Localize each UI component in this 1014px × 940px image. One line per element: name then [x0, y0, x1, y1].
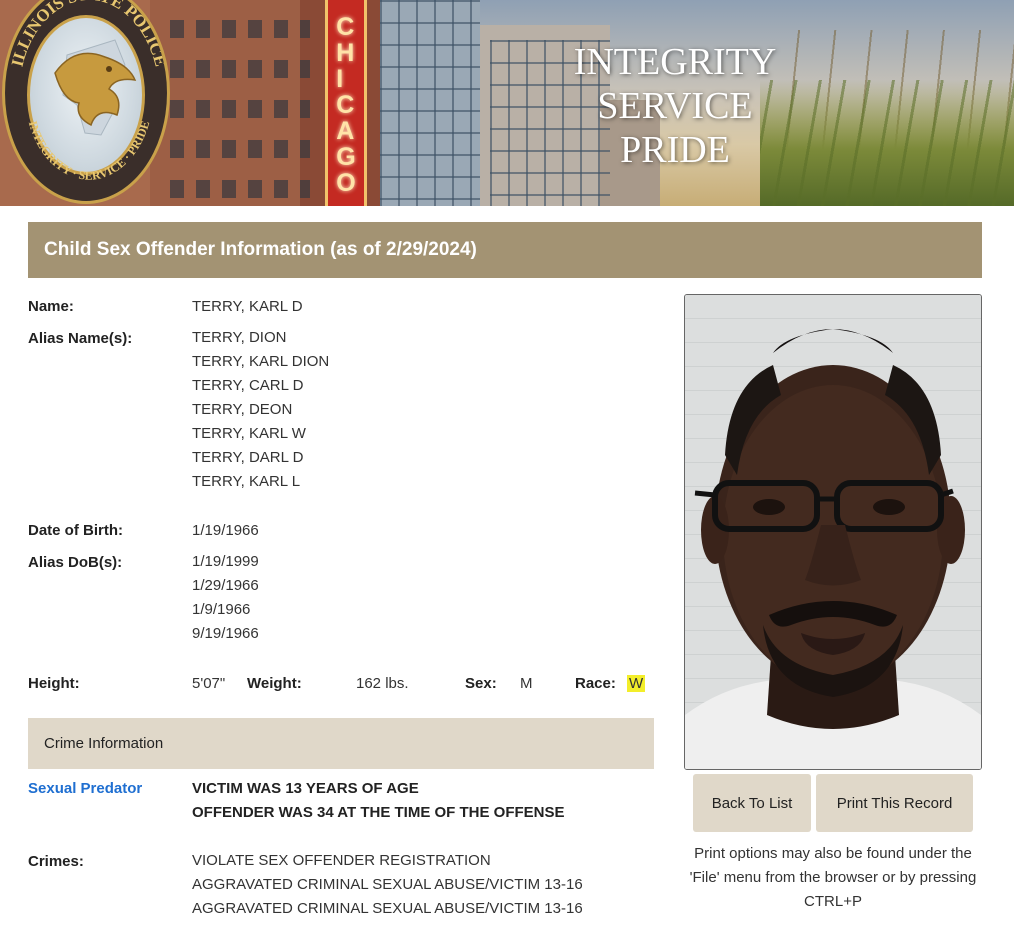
alias-dob: 1/19/1999	[192, 553, 259, 570]
print-record-button[interactable]: Print This Record	[816, 774, 973, 832]
offense-detail: OFFENDER WAS 34 AT THE TIME OF THE OFFEN…	[192, 804, 565, 821]
offense-details: VICTIM WAS 13 YEARS OF AGE OFFENDER WAS …	[192, 777, 565, 825]
chicago-sign-text: CHICAGO	[336, 14, 355, 196]
motto-line: SERVICE	[597, 85, 753, 127]
alias-dob: 9/19/1966	[192, 625, 259, 642]
alias-names-list: TERRY, DION TERRY, KARL DION TERRY, CARL…	[192, 326, 329, 494]
chicago-sign: CHICAGO	[325, 0, 367, 206]
alias-dob-label: Alias DoB(s):	[28, 554, 123, 571]
alias-name: TERRY, KARL L	[192, 473, 301, 490]
race-label: Race:	[575, 675, 616, 692]
crime-item: AGGRAVATED CRIMINAL SEXUAL ABUSE/VICTIM …	[192, 900, 583, 917]
sign-letter: C	[336, 91, 355, 119]
state-police-seal: ILLINOIS STATE POLICE INTEGRITY · SERVIC…	[2, 0, 170, 204]
alias-name: TERRY, KARL DION	[192, 353, 330, 370]
sign-letter: C	[336, 13, 355, 41]
offender-photo-image	[685, 295, 981, 769]
alias-name: TERRY, DION	[192, 329, 287, 346]
page-title-bar: Child Sex Offender Information (as of 2/…	[28, 222, 982, 278]
header-banner: CHICAGO INTEGRITY SERVICE PRIDE ILLINOIS…	[0, 0, 1014, 206]
name-value: TERRY, KARL D	[192, 298, 303, 315]
crimes-label: Crimes:	[28, 853, 84, 870]
crimes-list: VIOLATE SEX OFFENDER REGISTRATION AGGRAV…	[192, 849, 583, 921]
crime-item: VIOLATE SEX OFFENDER REGISTRATION	[192, 852, 491, 869]
race-value: W	[627, 675, 646, 692]
sign-letter: I	[336, 65, 344, 93]
dob-label: Date of Birth:	[28, 522, 123, 539]
banner-motto: INTEGRITY SERVICE PRIDE	[540, 40, 810, 172]
crime-item: AGGRAVATED CRIMINAL SEXUAL ABUSE/VICTIM …	[192, 876, 583, 893]
sign-letter: O	[336, 169, 356, 197]
print-options-note: Print options may also be found under th…	[689, 845, 977, 910]
back-to-list-button[interactable]: Back To List	[693, 774, 811, 832]
alias-dob-list: 1/19/1999 1/29/1966 1/9/1966 9/19/1966	[192, 550, 259, 646]
sign-letter: H	[336, 39, 355, 67]
alias-dob: 1/9/1966	[192, 601, 251, 618]
sign-letter: G	[336, 143, 356, 171]
offender-photo	[684, 294, 982, 770]
alias-name: TERRY, DEON	[192, 401, 293, 418]
alias-names-label: Alias Name(s):	[28, 330, 133, 347]
sex-label: Sex:	[465, 675, 497, 692]
sign-letter: A	[336, 117, 355, 145]
motto-line: INTEGRITY	[573, 41, 777, 83]
motto-line: PRIDE	[620, 129, 730, 171]
eagle-icon: ILLINOIS STATE POLICE INTEGRITY · SERVIC…	[8, 0, 167, 183]
weight-label: Weight:	[247, 675, 302, 692]
page-title: Child Sex Offender Information (as of 2/…	[44, 239, 477, 260]
race-highlight: W	[627, 675, 646, 692]
dob-value: 1/19/1966	[192, 522, 259, 539]
sexual-predator-link[interactable]: Sexual Predator	[28, 780, 142, 797]
sex-value: M	[520, 675, 533, 692]
offense-detail: VICTIM WAS 13 YEARS OF AGE	[192, 780, 419, 797]
name-label: Name:	[28, 298, 74, 315]
alias-name: TERRY, DARL D	[192, 449, 304, 466]
alias-name: TERRY, KARL W	[192, 425, 306, 442]
alias-name: TERRY, CARL D	[192, 377, 304, 394]
weight-value: 162 lbs.	[356, 675, 409, 692]
crime-section-title: Crime Information	[44, 735, 164, 752]
alias-dob: 1/29/1966	[192, 577, 259, 594]
crime-section-header: Crime Information	[28, 718, 654, 769]
height-label: Height:	[28, 675, 80, 692]
height-value: 5'07"	[192, 675, 226, 692]
